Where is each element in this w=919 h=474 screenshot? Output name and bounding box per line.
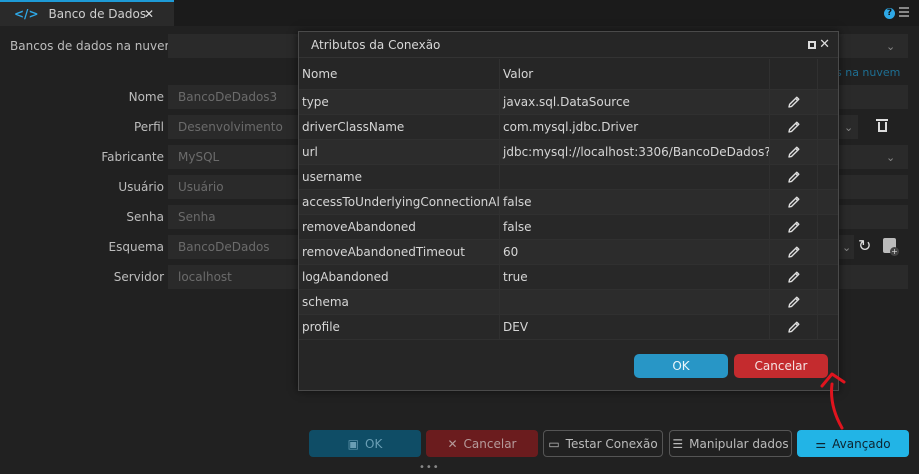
manipulate-data-label: Manipular dados (689, 436, 789, 451)
schema-label: Esquema (108, 240, 164, 254)
attribute-name: type (302, 95, 329, 109)
attribute-value[interactable]: javax.sql.DataSource (499, 90, 769, 114)
attribute-name: logAbandoned (302, 270, 389, 284)
pencil-icon[interactable] (787, 295, 801, 309)
connection-attributes-dialog: Atributos da Conexão ✕ Nome Valor type ja… (298, 31, 839, 391)
attribute-value[interactable]: com.mysql.jdbc.Driver (499, 115, 769, 139)
chevron-down-icon: ⌄ (886, 40, 896, 53)
table-row[interactable]: removeAbandoned false (299, 215, 838, 240)
close-icon[interactable]: ✕ (144, 7, 154, 21)
dialog-ok-button[interactable]: OK (634, 354, 728, 378)
cancel-button[interactable]: ✕ Cancelar (426, 430, 538, 457)
manipulate-data-button[interactable]: ☰ Manipular dados (669, 430, 792, 457)
server-label: Servidor (113, 270, 164, 284)
database-icon: ☰ (672, 436, 684, 451)
attribute-name: url (302, 145, 318, 159)
attribute-name: profile (302, 320, 340, 334)
pencil-icon[interactable] (787, 195, 801, 209)
annotation-arrow (820, 372, 846, 430)
table-row[interactable]: removeAbandonedTimeout 60 (299, 240, 838, 265)
pencil-icon[interactable] (787, 245, 801, 259)
close-icon: ✕ (447, 436, 458, 451)
code-icon: </> (14, 7, 39, 21)
attributes-table: Nome Valor type javax.sql.DataSource drive… (299, 59, 838, 340)
table-row[interactable]: logAbandoned true (299, 265, 838, 290)
plug-icon: ▭ (548, 436, 560, 451)
cloud-databases-link[interactable]: s na nuvem (836, 66, 900, 79)
menu-icon[interactable] (899, 7, 909, 17)
pencil-icon[interactable] (787, 320, 801, 334)
dialog-title: Atributos da Conexão (311, 37, 441, 52)
attribute-name: schema (302, 295, 349, 309)
vendor-label: Fabricante (101, 150, 164, 164)
test-connection-button[interactable]: ▭ Testar Conexão (543, 430, 663, 457)
attribute-name: username (302, 170, 362, 184)
attribute-name: accessToUnderlyingConnectionAllow (302, 195, 499, 209)
attribute-value[interactable]: DEV (499, 315, 769, 339)
user-label: Usuário (118, 180, 164, 194)
table-row[interactable]: schema (299, 290, 838, 315)
table-row[interactable]: profile DEV (299, 315, 838, 340)
ok-button-label: OK (365, 436, 383, 451)
chevron-down-icon: ⌄ (886, 151, 896, 164)
table-row[interactable]: username (299, 165, 838, 190)
table-row[interactable]: type javax.sql.DataSource (299, 90, 838, 115)
pencil-icon[interactable] (787, 120, 801, 134)
chevron-down-icon: ⌄ (844, 121, 854, 134)
attribute-value[interactable]: true (499, 265, 769, 289)
attribute-name: driverClassName (302, 120, 405, 134)
attribute-value[interactable] (499, 290, 769, 314)
attribute-value[interactable]: 60 (499, 240, 769, 264)
column-header-value[interactable]: Valor (499, 59, 769, 89)
save-icon: ▣ (347, 436, 359, 451)
tab-banco-de-dados[interactable]: </> Banco de Dados ✕ (0, 0, 174, 26)
pencil-icon[interactable] (787, 270, 801, 284)
pencil-icon[interactable] (787, 145, 801, 159)
password-label: Senha (126, 210, 164, 224)
table-row[interactable]: accessToUnderlyingConnectionAllow false (299, 190, 838, 215)
pencil-icon[interactable] (787, 170, 801, 184)
tab-bar: </> Banco de Dados ✕ ? (0, 0, 919, 26)
trash-icon[interactable] (876, 119, 888, 133)
resize-handle[interactable]: ••• (419, 462, 440, 473)
table-row[interactable]: url jdbc:mysql://localhost:3306/BancoDeDa… (299, 140, 838, 165)
ok-button[interactable]: ▣ OK (309, 430, 421, 457)
name-label: Nome (128, 90, 164, 104)
tab-label: Banco de Dados (48, 7, 147, 21)
refresh-icon[interactable]: ↻ (858, 236, 871, 255)
attribute-value[interactable]: false (499, 215, 769, 239)
sliders-icon: ⚌ (815, 436, 827, 451)
database-add-icon[interactable]: + (883, 238, 899, 256)
attribute-value[interactable]: false (499, 190, 769, 214)
advanced-button-label: Avançado (832, 436, 891, 451)
dialog-title-bar[interactable]: Atributos da Conexão ✕ (299, 32, 838, 58)
attribute-name: removeAbandoned (302, 220, 416, 234)
cloud-databases-label: Bancos de dados na nuvem (10, 39, 177, 53)
profile-label: Perfil (133, 120, 164, 134)
help-icon[interactable]: ? (884, 8, 895, 19)
cancel-button-label: Cancelar (463, 436, 517, 451)
table-row[interactable]: driverClassName com.mysql.jdbc.Driver (299, 115, 838, 140)
test-connection-label: Testar Conexão (565, 436, 658, 451)
dialog-cancel-button[interactable]: Cancelar (734, 354, 828, 378)
table-header: Nome Valor (299, 59, 838, 90)
attribute-value[interactable] (499, 165, 769, 189)
close-icon[interactable]: ✕ (819, 37, 830, 52)
column-header-name[interactable]: Nome (299, 67, 499, 81)
chevron-down-icon: ⌄ (842, 241, 852, 254)
attribute-value[interactable]: jdbc:mysql://localhost:3306/BancoDeDados… (499, 140, 769, 164)
pencil-icon[interactable] (787, 220, 801, 234)
pencil-icon[interactable] (787, 95, 801, 109)
maximize-icon[interactable] (808, 41, 816, 49)
advanced-button[interactable]: ⚌ Avançado (797, 430, 909, 457)
attribute-name: removeAbandonedTimeout (302, 245, 465, 259)
